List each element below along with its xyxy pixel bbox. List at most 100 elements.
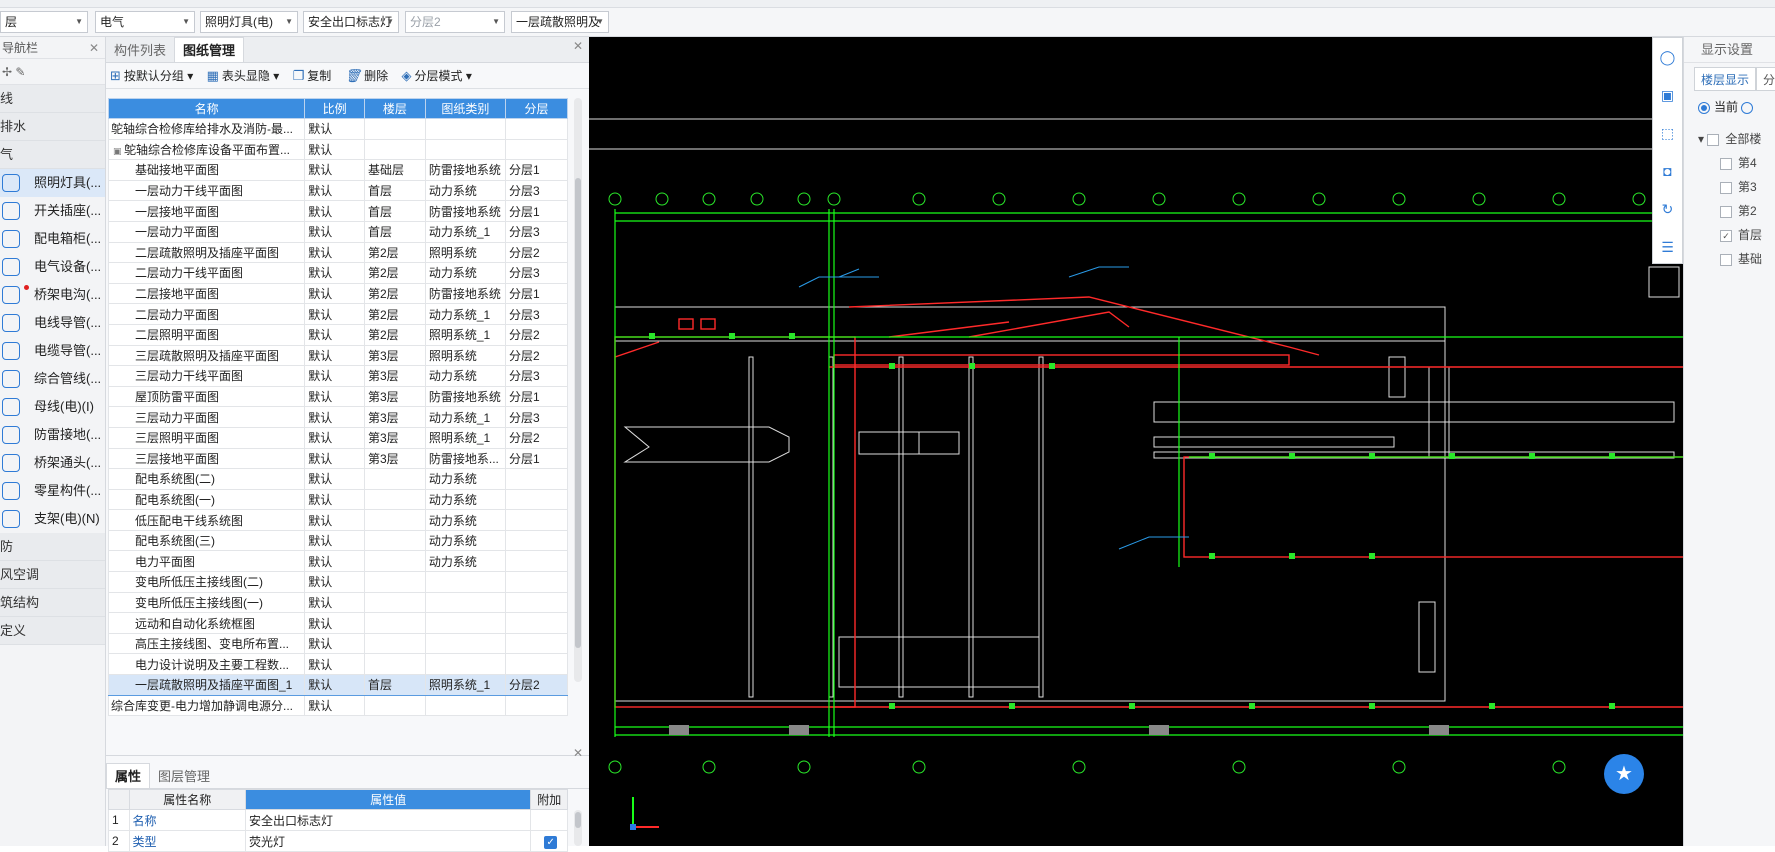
close-icon[interactable]: ✕ bbox=[89, 37, 99, 59]
table-row[interactable]: 一层动力干线平面图 默认 首层 动力系统 分层3 bbox=[107, 179, 569, 202]
collapse-icon[interactable]: ▣ bbox=[113, 146, 124, 156]
nav-item[interactable]: 桥架电沟(... bbox=[0, 281, 105, 309]
nav-item[interactable]: 开关插座(... bbox=[0, 197, 105, 225]
table-row[interactable]: 三层疏散照明及插座平面图 默认 第3层 照明系统 分层2 bbox=[107, 344, 569, 367]
close-icon[interactable]: ✕ bbox=[573, 39, 583, 53]
group-button[interactable]: ⊞ 按默认分组 ▾ bbox=[110, 68, 193, 83]
tree-item[interactable]: 第4 bbox=[1698, 151, 1775, 175]
table-row[interactable]: 一层动力平面图 默认 首层 动力系统_1 分层3 bbox=[107, 220, 569, 243]
table-row[interactable]: 三层接地平面图 默认 第3层 防雷接地系... 分层1 bbox=[107, 447, 569, 470]
orbit-icon[interactable]: ◯ bbox=[1653, 38, 1682, 76]
tree-item[interactable]: 第3 bbox=[1698, 175, 1775, 199]
type-select[interactable]: 照明灯具(电) ▼ bbox=[200, 11, 298, 33]
nav-item[interactable]: 电缆导管(... bbox=[0, 337, 105, 365]
column-header[interactable]: 图纸类别 bbox=[424, 98, 506, 119]
table-row[interactable]: 基础接地平面图 默认 基础层 防雷接地系统 分层1 bbox=[107, 159, 569, 181]
nav-item[interactable]: 电气设备(... bbox=[0, 253, 105, 281]
tree-item[interactable]: 基础 bbox=[1698, 247, 1775, 271]
table-row[interactable]: 二层接地平面图 默认 第2层 防雷接地系统 分层1 bbox=[107, 282, 569, 305]
star-button[interactable]: ★ bbox=[1604, 754, 1644, 794]
floor-select[interactable]: 层 ▼ bbox=[0, 11, 88, 33]
nav-item[interactable]: 电线导管(... bbox=[0, 309, 105, 337]
table-row[interactable]: 变电所低压主接线图(二) 默认 bbox=[107, 571, 569, 593]
table-row[interactable]: 鸵轴综合检修库给排水及消防-最... 默认 bbox=[107, 118, 569, 140]
nav-group-structure[interactable]: 筑结构 bbox=[0, 589, 105, 617]
tree-item[interactable]: ✓ 首层 bbox=[1698, 223, 1775, 247]
nav-item[interactable]: 配电箱柜(... bbox=[0, 225, 105, 253]
table-row[interactable]: 变电所低压主接线图(一) 默认 bbox=[107, 591, 569, 614]
nav-item[interactable]: 支架(电)(N) bbox=[0, 505, 105, 533]
cad-canvas[interactable] bbox=[589, 37, 1683, 846]
prop-value[interactable]: 荧光灯 bbox=[244, 830, 532, 852]
table-row[interactable]: 三层动力平面图 默认 第3层 动力系统_1 分层3 bbox=[107, 406, 569, 428]
nav-group-fire[interactable]: 防 bbox=[0, 533, 105, 561]
column-header[interactable]: 名称 bbox=[107, 98, 306, 119]
table-row[interactable]: 三层照明平面图 默认 第3层 照明系统_1 分层2 bbox=[107, 426, 569, 449]
nav-group-hvac[interactable]: 风空调 bbox=[0, 561, 105, 589]
nav-group-custom[interactable]: 定义 bbox=[0, 617, 105, 645]
table-row[interactable]: 二层疏散照明及插座平面图 默认 第2层 照明系统 分层2 bbox=[107, 241, 569, 264]
table-row[interactable]: 电力平面图 默认 动力系统 bbox=[107, 550, 569, 573]
tab-properties[interactable]: 属性 bbox=[106, 763, 151, 788]
current-radio[interactable]: 当前 bbox=[1684, 95, 1775, 119]
column-header[interactable]: 楼层 bbox=[363, 98, 426, 119]
report-icon[interactable]: ☰ bbox=[1653, 228, 1682, 266]
checkbox-checked-icon[interactable]: ✓ bbox=[1720, 229, 1732, 242]
table-row[interactable]: 电力设计说明及主要工程数... 默认 bbox=[107, 653, 569, 676]
tab-drawing-management[interactable]: 图纸管理 bbox=[174, 37, 245, 62]
column-header[interactable]: 比例 bbox=[304, 98, 365, 119]
table-row[interactable]: 远动和自动化系统框图 默认 bbox=[107, 612, 569, 634]
nav-group-electrical[interactable]: 气 bbox=[0, 141, 105, 169]
table-row[interactable]: 二层动力干线平面图 默认 第2层 动力系统 分层3 bbox=[107, 262, 569, 284]
tree-item[interactable]: ▾ 全部楼 bbox=[1698, 127, 1775, 151]
3d-view-icon[interactable]: ▣ bbox=[1653, 76, 1682, 114]
discipline-select[interactable]: 电气 ▼ bbox=[95, 11, 195, 33]
checkbox-icon[interactable] bbox=[1707, 133, 1720, 146]
table-row[interactable]: 一层疏散照明及插座平面图_1 默认 首层 照明系统_1 分层2 bbox=[107, 674, 569, 696]
radio-off-icon[interactable] bbox=[1741, 101, 1754, 114]
nav-group-drainage[interactable]: 排水 bbox=[0, 113, 105, 141]
layer-select[interactable]: 分层2 ▼ bbox=[405, 11, 505, 33]
checkbox-checked-icon[interactable]: ✓ bbox=[544, 835, 558, 849]
nav-item[interactable]: 零星构件(... bbox=[0, 477, 105, 505]
scrollbar-thumb[interactable] bbox=[575, 812, 581, 828]
checkbox-icon[interactable] bbox=[1720, 181, 1732, 194]
nav-item[interactable]: 桥架通头(... bbox=[0, 449, 105, 477]
nav-group-lines[interactable]: 线 bbox=[0, 85, 105, 113]
table-row[interactable]: 配电系统图(三) 默认 动力系统 bbox=[107, 529, 569, 552]
close-icon[interactable]: ✕ bbox=[573, 746, 583, 760]
delete-button[interactable]: 🗑 删除 bbox=[345, 68, 389, 83]
checkbox-icon[interactable] bbox=[1720, 205, 1732, 218]
box-view-icon[interactable]: ⬚ bbox=[1653, 114, 1682, 152]
prop-value[interactable]: 安全出口标志灯 bbox=[244, 809, 532, 831]
tab-layer-management[interactable]: 图层管理 bbox=[150, 764, 218, 789]
table-row[interactable]: 屋顶防雷平面图 默认 第3层 防雷接地系统 分层1 bbox=[107, 385, 569, 408]
nav-item[interactable]: 母线(电)(I) bbox=[0, 393, 105, 421]
component-select[interactable]: 安全出口标志灯 ▼ bbox=[303, 11, 399, 33]
table-row[interactable]: 一层接地平面图 默认 首层 防雷接地系统 分层1 bbox=[107, 200, 569, 222]
checkbox-icon[interactable] bbox=[1720, 253, 1732, 266]
tab-floor-display[interactable]: 楼层显示 bbox=[1694, 67, 1757, 91]
drawing-select[interactable]: 一层疏散照明及 ▼ bbox=[511, 11, 609, 33]
table-row[interactable]: 高压主接线图、变电所布置... 默认 bbox=[107, 632, 569, 655]
table-row[interactable]: 配电系统图(二) 默认 动力系统 bbox=[107, 468, 569, 490]
props-scrollbar[interactable] bbox=[574, 810, 582, 846]
nav-item[interactable]: 防雷接地(... bbox=[0, 421, 105, 449]
table-row[interactable]: ▣ 鸵轴综合检修库设备平面布置... 默认 bbox=[107, 138, 569, 161]
scrollbar-thumb[interactable] bbox=[575, 178, 581, 648]
property-row[interactable]: 2 类型 荧光灯 ✓ bbox=[108, 830, 568, 852]
table-row[interactable]: 二层动力平面图 默认 第2层 动力系统_1 分层3 bbox=[107, 303, 569, 325]
checkbox-icon[interactable] bbox=[1720, 157, 1732, 170]
tab-component-list[interactable]: 构件列表 bbox=[106, 38, 174, 63]
table-row[interactable]: 低压配电干线系统图 默认 动力系统 bbox=[107, 509, 569, 531]
tree-item[interactable]: 第2 bbox=[1698, 199, 1775, 223]
property-row[interactable]: 1 名称 安全出口标志灯 bbox=[108, 809, 568, 831]
tab-layer-display[interactable]: 分 bbox=[1756, 67, 1775, 91]
cube-icon[interactable]: ◘ bbox=[1653, 152, 1682, 190]
column-header[interactable]: 分层 bbox=[504, 98, 569, 119]
copy-button[interactable]: ❐ 复制 bbox=[293, 68, 332, 83]
table-row[interactable]: 三层动力干线平面图 默认 第3层 动力系统 分层3 bbox=[107, 365, 569, 387]
rotate-icon[interactable]: ↻ bbox=[1653, 190, 1682, 228]
edit-icon[interactable]: ✎ bbox=[15, 65, 25, 79]
nav-item[interactable]: 综合管线(... bbox=[0, 365, 105, 393]
